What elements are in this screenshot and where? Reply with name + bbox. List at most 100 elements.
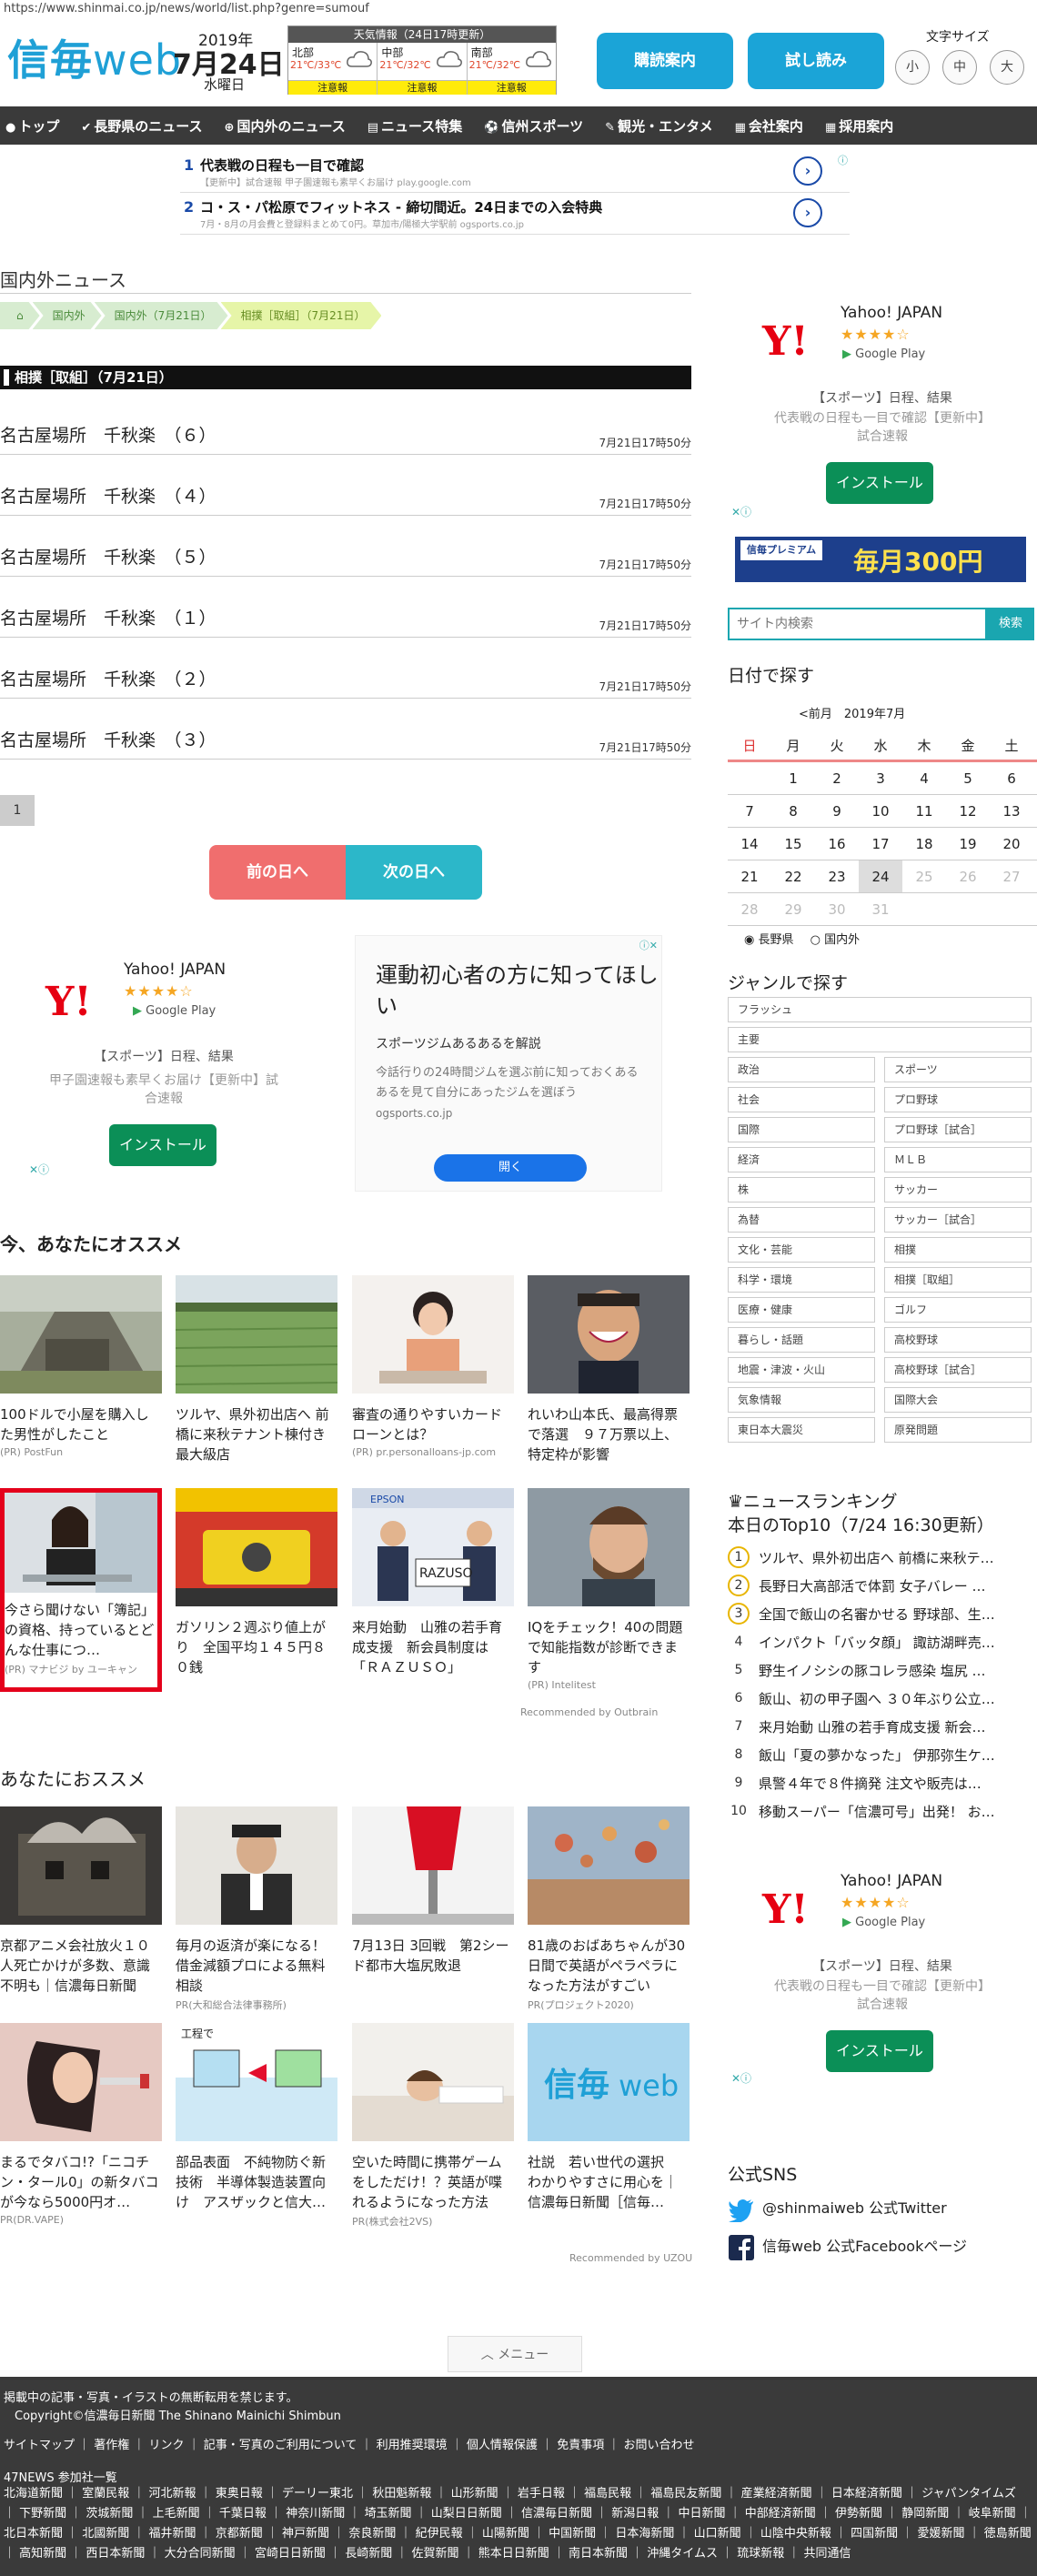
prev-day-button[interactable]: 前の日へ	[209, 845, 346, 900]
rec-card[interactable]: 工程で 部品表面 不純物防ぐ新技術 半導体製造装置向け アスザックと信大…	[176, 2023, 337, 2214]
genre-item[interactable]: 科学・環境	[728, 1267, 875, 1293]
rec-card[interactable]: ツルヤ、県外初出店へ 前橋に来秋テナント棟付き最大級店	[175, 1275, 338, 1466]
rec-card[interactable]: 81歳のおばあちゃんが30日間で英語がペラペラになった方法がすごい PR(プロジ…	[528, 1806, 690, 2012]
news-item[interactable]: 名古屋場所 千秋楽 （４） 7月21日17時50分	[0, 479, 691, 516]
news-item[interactable]: 名古屋場所 千秋楽 （５） 7月21日17時50分	[0, 540, 691, 577]
rank-title[interactable]: 野生イノシシの豚コレラ感染 塩尻 …	[759, 1661, 1032, 1680]
breadcrumb-home[interactable]: ⌂	[0, 302, 40, 329]
install-button[interactable]: インストール	[826, 2030, 933, 2072]
rec-title[interactable]: 来月始動 山雅の若手育成支援 新会員制度は「ＲＡＺＵＳＯ」	[352, 1617, 514, 1677]
nav-top[interactable]: ● トップ	[5, 116, 59, 136]
radio-nagano[interactable]: ◉ 長野県	[744, 933, 794, 947]
calendar-day[interactable]: 5	[946, 762, 990, 794]
nav-tourism[interactable]: ✎ 観光・エンタメ	[605, 116, 712, 136]
calendar-day[interactable]: 21	[728, 860, 771, 892]
calendar-day[interactable]: 13	[990, 795, 1033, 827]
news-item[interactable]: 名古屋場所 千秋楽 （６） 7月21日17時50分	[0, 418, 691, 455]
rec-card[interactable]: 京都アニメ会社放火１０人死亡かけが多数、意識不明も｜信濃毎日新聞	[0, 1806, 162, 1997]
ranking-item[interactable]: 3 全国で飯山の名審かせる 野球部、生…	[728, 1601, 1035, 1626]
rec-card[interactable]: EPSON RAZUSO 来月始動 山雅の若手育成支援 新会員制度は「ＲＡＺＵＳＯ…	[352, 1488, 514, 1679]
footer-member-links[interactable]: 北海道新聞 ｜ 室蘭民報 ｜ 河北新報 ｜ 東奥日報 ｜ デーリー東北 ｜ 秋田…	[4, 2484, 1032, 2564]
arrow-right-icon[interactable]: ›	[793, 198, 822, 227]
genre-item[interactable]: 気象情報	[728, 1387, 875, 1413]
genre-item[interactable]: 原発問題	[884, 1417, 1032, 1443]
rec-card[interactable]: まるでタバコ!?「ニコチン・タール0」の新タバコが今なら5000円オ… PR(D…	[0, 2023, 162, 2226]
genre-item[interactable]: 相撲	[884, 1237, 1032, 1263]
nav-recruit[interactable]: ▦ 採用案内	[825, 116, 893, 136]
search-input[interactable]	[730, 609, 985, 639]
rec-title[interactable]: ガソリン２週ぶり値上がり 全国平均１４５円８０銭	[176, 1617, 337, 1677]
rec-title[interactable]: 100ドルで小屋を購入した男性がしたこと	[0, 1404, 162, 1444]
facebook-link[interactable]: 信毎web 公式Facebookページ	[728, 2234, 967, 2260]
rank-title[interactable]: インパクト「バッタ顔」 諏訪湖畔売…	[759, 1633, 1032, 1652]
rec-title[interactable]: 審査の通りやすいカードローンとは？	[352, 1404, 514, 1444]
arrow-right-icon[interactable]: ›	[793, 156, 822, 186]
ranking-item[interactable]: 7 来月始動 山雅の若手育成支援 新会…	[728, 1714, 1035, 1739]
calendar-nav[interactable]: <前月 2019年7月	[799, 704, 905, 721]
genre-item[interactable]: 東日本大震災	[728, 1417, 875, 1443]
menu-button[interactable]: ︿ メニュー	[448, 2336, 582, 2372]
calendar-day[interactable]: 8	[771, 795, 815, 827]
weather-central[interactable]: 中部 21℃/32℃ 注意報	[378, 43, 468, 95]
genre-item[interactable]: 社会	[728, 1087, 875, 1112]
calendar-day[interactable]: 7	[728, 795, 771, 827]
font-size-large-button[interactable]: 大	[990, 50, 1024, 85]
rec-title[interactable]: 81歳のおばあちゃんが30日間で英語がペラペラになった方法がすごい	[528, 1936, 690, 1996]
genre-item[interactable]: 地震・津波・火山	[728, 1357, 875, 1383]
ranking-item[interactable]: 6 飯山、初の甲子園へ ３０年ぶり公立…	[728, 1685, 1035, 1711]
rec-card[interactable]: 空いた時間に携帯ゲームをしただけ！？英語が喋れるようになった方法 PR(株式会社…	[352, 2023, 514, 2229]
font-size-medium-button[interactable]: 中	[942, 50, 977, 85]
footer-links[interactable]: サイトマップ ｜ 著作権 ｜ リンク ｜ 記事・写真のご利用について ｜ 利用推…	[4, 2435, 694, 2452]
nav-nagano-news[interactable]: ✔ 長野県のニュース	[81, 116, 202, 136]
site-search[interactable]	[728, 608, 987, 640]
rank-title[interactable]: 県警４年で８件摘発 注文や販売は…	[759, 1774, 1032, 1793]
ranking-item[interactable]: 4 インパクト「バッタ顔」 諏訪湖畔売…	[728, 1629, 1035, 1655]
calendar-day[interactable]: 16	[815, 828, 859, 860]
calendar-day[interactable]: 6	[990, 762, 1033, 794]
ad-open-button[interactable]: 開く	[434, 1154, 587, 1182]
rec-card[interactable]: ガソリン２週ぶり値上がり 全国平均１４５円８０銭	[176, 1488, 337, 1679]
twitter-link[interactable]: @shinmaiweb 公式Twitter	[728, 2196, 947, 2222]
rec-card[interactable]: 100ドルで小屋を購入した男性がしたこと (PR) PostFun	[0, 1275, 162, 1458]
genre-item[interactable]: 国際	[728, 1117, 875, 1142]
ranking-item[interactable]: 5 野生イノシシの豚コレラ感染 塩尻 …	[728, 1657, 1035, 1683]
breadcrumb-item[interactable]: 国内外（7月21日）	[95, 302, 228, 329]
genre-item[interactable]: プロ野球［試合］	[884, 1117, 1032, 1142]
adchoices-icon[interactable]: ⓘ✕	[639, 938, 658, 952]
pagination-page-1[interactable]: 1	[0, 795, 35, 826]
nav-company[interactable]: ▦ 会社案内	[735, 116, 803, 136]
premium-banner-ad[interactable]: 信毎プレミアム 毎月300円	[735, 537, 1026, 582]
rank-title[interactable]: 長野日大高部活で体罰 女子バレー …	[759, 1576, 1032, 1595]
rec-title[interactable]: 毎月の返済が楽になる！借金減額プロによる無料相談	[176, 1936, 337, 1996]
rec-title[interactable]: 空いた時間に携帯ゲームをしただけ！？英語が喋れるようになった方法	[352, 2152, 514, 2212]
calendar-day[interactable]: 11	[902, 795, 946, 827]
next-day-button[interactable]: 次の日へ	[346, 845, 482, 900]
gym-display-ad[interactable]: ⓘ✕ 運動初心者の方に知ってほしい スポーツジムあるあるを解説 今話行りの24時…	[355, 935, 662, 1192]
uzou-credit[interactable]: Recommended by UZOU	[569, 2252, 692, 2264]
genre-item[interactable]: 暮らし・話題	[728, 1327, 875, 1353]
rank-title[interactable]: 移動スーパー「信濃可号」出発！ お…	[759, 1802, 1032, 1821]
calendar-day[interactable]: 17	[859, 828, 902, 860]
rec-card-highlighted[interactable]: 今さら聞けない「簿記」の資格、持っているとどんな仕事につ… (PR) マナビジ …	[0, 1488, 162, 1692]
news-item[interactable]: 名古屋場所 千秋楽 （１） 7月21日17時50分	[0, 601, 691, 638]
rank-title[interactable]: 飯山、初の甲子園へ ３０年ぶり公立…	[759, 1689, 1032, 1708]
rec-card[interactable]: 信毎 web 社説 若い世代の選択 わかりやすさに用心を｜信濃毎日新聞［信毎…	[528, 2023, 690, 2214]
install-button[interactable]: インストール	[109, 1124, 216, 1166]
ranking-item[interactable]: 2 長野日大高部活で体罰 女子バレー …	[728, 1573, 1035, 1598]
yahoo-app-ad-side[interactable]: Y! Yahoo! JAPAN ★★★★☆ ▶ Google Play 【スポー…	[728, 291, 1037, 509]
rank-title[interactable]: 飯山「夏の夢かなった」 伊那弥生ケ…	[759, 1746, 1032, 1765]
news-title[interactable]: 名古屋場所 千秋楽 （２）	[0, 666, 216, 690]
breadcrumb-item[interactable]: 国内外	[33, 302, 102, 329]
adchoices-icon[interactable]: ⓘ	[838, 153, 848, 167]
rec-title[interactable]: れいわ山本氏、最高得票で落選 ９７万票以上、特定枠が影響	[528, 1404, 690, 1464]
news-title[interactable]: 名古屋場所 千秋楽 （４）	[0, 483, 216, 508]
install-button[interactable]: インストール	[826, 462, 933, 504]
genre-item[interactable]: 医療・健康	[728, 1297, 875, 1323]
ranking-item[interactable]: 8 飯山「夏の夢かなった」 伊那弥生ケ…	[728, 1742, 1035, 1767]
font-size-small-button[interactable]: 小	[895, 50, 930, 85]
genre-item[interactable]: 政治	[728, 1057, 875, 1082]
rec-title[interactable]: 社説 若い世代の選択 わかりやすさに用心を｜信濃毎日新聞［信毎…	[528, 2152, 690, 2212]
genre-item[interactable]: サッカー［試合］	[884, 1207, 1032, 1233]
rec-card[interactable]: れいわ山本氏、最高得票で落選 ９７万票以上、特定枠が影響	[528, 1275, 690, 1466]
calendar-day[interactable]: 23	[815, 860, 859, 892]
